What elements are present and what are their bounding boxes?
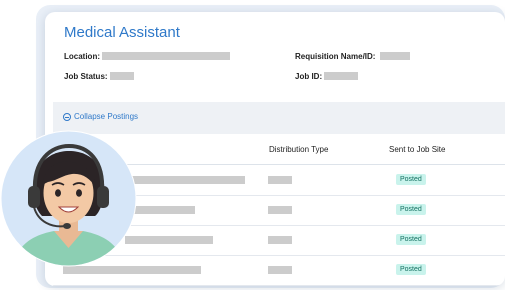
- distribution-type-redacted: [268, 236, 292, 244]
- status-badge: Posted: [396, 234, 426, 245]
- collapse-postings-button[interactable]: Collapse Postings: [63, 112, 138, 121]
- posting-name-redacted: [125, 236, 213, 244]
- location-value-redacted: [102, 52, 230, 60]
- posting-name-redacted: [63, 266, 201, 274]
- page-title: Medical Assistant: [64, 24, 180, 41]
- posting-name-redacted: [125, 176, 245, 184]
- job-status-value-redacted: [110, 72, 134, 80]
- status-badge: Posted: [396, 264, 426, 275]
- support-agent-avatar: [0, 130, 137, 267]
- column-header-distribution-type: Distribution Type: [269, 145, 329, 154]
- location-label: Location:: [64, 52, 100, 61]
- distribution-type-redacted: [268, 206, 292, 214]
- distribution-type-redacted: [268, 266, 292, 274]
- job-status-label: Job Status:: [64, 72, 108, 81]
- requisition-value-redacted: [380, 52, 410, 60]
- distribution-type-redacted: [268, 176, 292, 184]
- status-badge: Posted: [396, 204, 426, 215]
- status-badge: Posted: [396, 174, 426, 185]
- job-id-value-redacted: [324, 72, 358, 80]
- collapse-postings-label: Collapse Postings: [74, 112, 139, 121]
- job-id-label: Job ID:: [295, 72, 323, 81]
- minus-circle-icon: [63, 112, 71, 121]
- column-header-sent-to-job-site: Sent to Job Site: [389, 145, 446, 154]
- requisition-label: Requisition Name/ID:: [295, 52, 376, 61]
